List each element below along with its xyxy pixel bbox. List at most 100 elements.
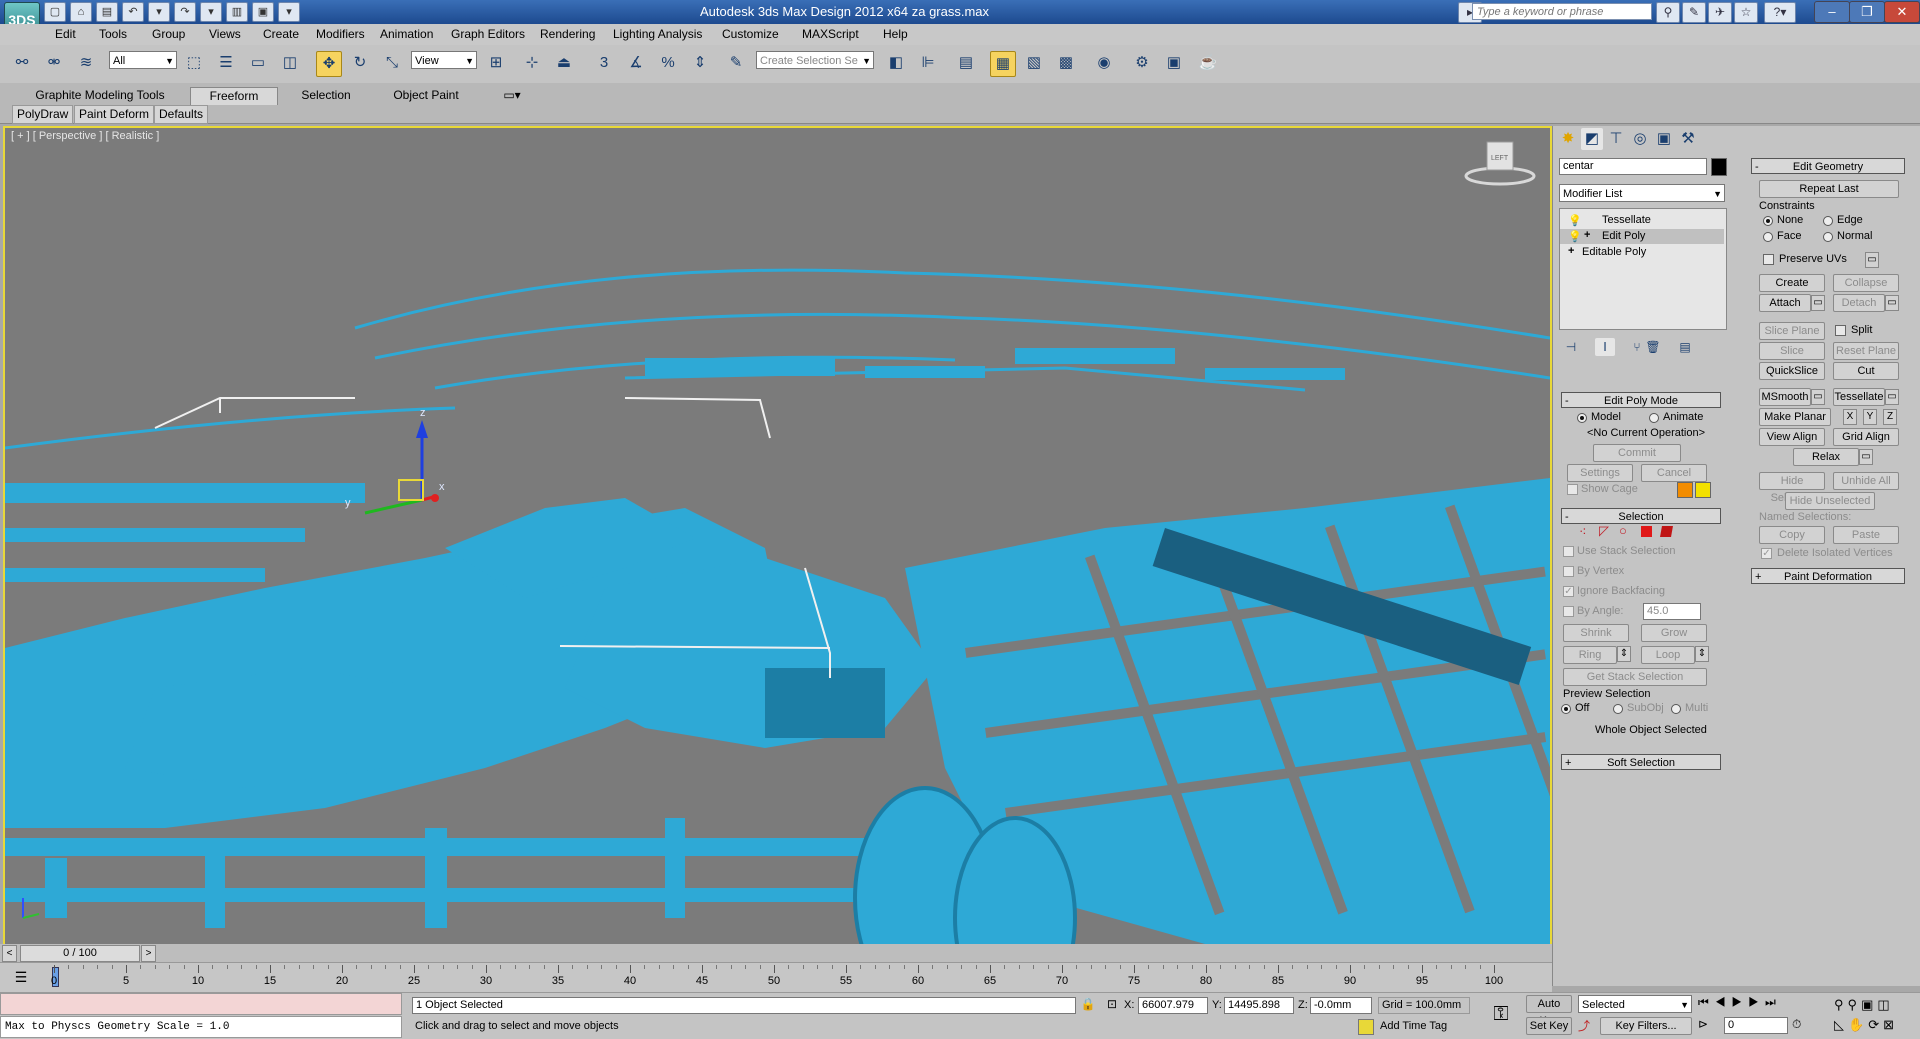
go-to-end-icon[interactable]: ⏭ bbox=[1765, 995, 1782, 1009]
graphite-toggle-icon[interactable]: ▦ bbox=[990, 51, 1016, 77]
relax-settings-button[interactable]: ▭ bbox=[1859, 449, 1873, 465]
create-button[interactable]: Create bbox=[1759, 274, 1825, 292]
open-file-icon[interactable]: ⌂ bbox=[70, 2, 92, 22]
model-radio[interactable] bbox=[1577, 413, 1587, 423]
keyboard-shortcut-icon[interactable]: ⏏ bbox=[552, 51, 576, 75]
rectangular-selection-icon[interactable]: ▭ bbox=[246, 51, 270, 75]
menu-animation[interactable]: Animation bbox=[380, 27, 433, 41]
unhide-all-button[interactable]: Unhide All bbox=[1833, 472, 1899, 490]
by-angle-checkbox[interactable] bbox=[1563, 606, 1574, 617]
menu-create[interactable]: Create bbox=[263, 27, 299, 41]
save-file-icon[interactable]: ▤ bbox=[96, 2, 118, 22]
utilities-tab-icon[interactable]: ⚒ bbox=[1677, 128, 1699, 150]
reference-coord-dropdown[interactable]: View ▼ bbox=[411, 51, 477, 69]
configure-sets-icon[interactable]: ▤ bbox=[1675, 338, 1695, 356]
hide-unselected-button[interactable]: Hide Unselected bbox=[1785, 492, 1875, 510]
relax-button[interactable]: Relax bbox=[1793, 448, 1859, 466]
select-object-icon[interactable]: ⬚ bbox=[182, 51, 206, 75]
hierarchy-tab-icon[interactable]: ⊤ bbox=[1605, 128, 1627, 150]
selection-rollout[interactable]: - Selection bbox=[1561, 508, 1721, 524]
split-checkbox[interactable] bbox=[1835, 325, 1846, 336]
select-and-scale-icon[interactable]: ⤡ bbox=[380, 51, 404, 75]
collapse-button[interactable]: Collapse bbox=[1833, 274, 1899, 292]
subtab-paint-deform[interactable]: Paint Deform bbox=[74, 105, 155, 124]
hide-selected-button[interactable]: Hide Selected bbox=[1759, 472, 1825, 504]
help-icon[interactable]: ?▾ bbox=[1764, 2, 1796, 23]
preview-multi-radio[interactable] bbox=[1671, 704, 1681, 714]
select-manipulate-icon[interactable]: ⊹ bbox=[520, 51, 544, 75]
tab-freeform[interactable]: Freeform bbox=[190, 87, 278, 105]
time-config-icon[interactable]: ⏱ bbox=[1792, 1017, 1806, 1033]
grow-button[interactable]: Grow bbox=[1641, 624, 1707, 642]
play-icon[interactable]: ▶ bbox=[1732, 995, 1749, 1009]
copy-button[interactable]: Copy bbox=[1759, 526, 1825, 544]
redo-icon[interactable]: ↷ bbox=[174, 2, 196, 22]
detach-button[interactable]: Detach bbox=[1833, 294, 1885, 312]
angle-spinner[interactable]: 45.0 bbox=[1643, 603, 1701, 620]
undo-list-icon[interactable]: ▾ bbox=[148, 2, 170, 22]
zoom-all-icon[interactable]: ⚲ bbox=[1848, 997, 1862, 1012]
stack-item-tessellate[interactable]: 💡 Tessellate bbox=[1560, 213, 1724, 228]
lightbulb-icon[interactable]: 💡 bbox=[1568, 230, 1582, 243]
select-and-rotate-icon[interactable]: ↻ bbox=[348, 51, 372, 75]
make-planar-button[interactable]: Make Planar bbox=[1759, 408, 1831, 426]
animate-radio[interactable] bbox=[1649, 413, 1659, 423]
favorites-star-icon[interactable]: ☆ bbox=[1734, 2, 1758, 23]
constraint-face-radio[interactable] bbox=[1763, 232, 1773, 242]
orbit-icon[interactable]: ⟳ bbox=[1868, 1017, 1883, 1032]
snaps-toggle-icon[interactable]: 3 bbox=[592, 51, 616, 75]
by-vertex-checkbox[interactable] bbox=[1563, 566, 1574, 577]
close-button[interactable]: ✕ bbox=[1884, 1, 1920, 23]
set-key-big-icon[interactable]: ⚿ bbox=[1484, 1003, 1518, 1025]
viewport-label[interactable]: [ + ] [ Perspective ] [ Realistic ] bbox=[11, 130, 159, 142]
named-selection-dropdown[interactable]: Create Selection Se ▼ bbox=[756, 51, 874, 69]
customize-qat-icon[interactable]: ▾ bbox=[278, 2, 300, 22]
z-coord-field[interactable]: -0.0mm bbox=[1310, 997, 1372, 1014]
schematic-view-icon[interactable]: ▩ bbox=[1054, 51, 1078, 75]
cancel-button[interactable]: Cancel bbox=[1641, 464, 1707, 482]
mirror-icon[interactable]: ◧ bbox=[884, 51, 908, 75]
loop-spinner[interactable]: ⇕ bbox=[1695, 646, 1709, 662]
menu-customize[interactable]: Customize bbox=[722, 27, 779, 41]
get-stack-selection-button[interactable]: Get Stack Selection bbox=[1563, 668, 1707, 686]
settings-button[interactable]: Settings bbox=[1567, 464, 1633, 482]
repeat-last-button[interactable]: Repeat Last bbox=[1759, 180, 1899, 198]
msmooth-button[interactable]: MSmooth bbox=[1759, 388, 1811, 406]
minimize-button[interactable]: – bbox=[1814, 1, 1850, 23]
tessellate-settings-button[interactable]: ▭ bbox=[1885, 389, 1899, 405]
maxscript-mini-listener-top[interactable] bbox=[0, 993, 402, 1015]
pan-icon[interactable]: ✋ bbox=[1848, 1017, 1868, 1032]
reset-plane-button[interactable]: Reset Plane bbox=[1833, 342, 1899, 360]
auto-key-button[interactable]: Auto Key bbox=[1526, 995, 1572, 1027]
paste-button[interactable]: Paste bbox=[1833, 526, 1899, 544]
msmooth-settings-button[interactable]: ▭ bbox=[1811, 389, 1825, 405]
preserve-uvs-settings-button[interactable]: ▭ bbox=[1865, 252, 1879, 268]
render-setup-icon[interactable]: ⚙ bbox=[1130, 51, 1154, 75]
menu-graph-editors[interactable]: Graph Editors bbox=[451, 27, 525, 41]
planar-x-button[interactable]: X bbox=[1843, 409, 1857, 425]
track-bar[interactable]: ☰ 0 5 10 15 20 25 30 35 40 45 50 55 60 65 70 75 80 85 90 95… bbox=[0, 962, 1552, 993]
modify-tab-icon[interactable]: ◩ bbox=[1581, 128, 1603, 150]
menu-views[interactable]: Views bbox=[209, 27, 241, 41]
menu-tools[interactable]: Tools bbox=[99, 27, 127, 41]
key-filters-button[interactable]: Key Filters... bbox=[1600, 1017, 1692, 1035]
object-name-field[interactable]: centar bbox=[1559, 158, 1707, 175]
soft-selection-rollout[interactable]: + Soft Selection bbox=[1561, 754, 1721, 770]
next-frame-arrow[interactable]: > bbox=[141, 945, 156, 962]
absolute-mode-icon[interactable]: ⊡ bbox=[1104, 997, 1120, 1013]
percent-snap-icon[interactable]: % bbox=[656, 51, 680, 75]
new-file-icon[interactable]: ▢ bbox=[44, 2, 66, 22]
create-tab-icon[interactable]: ✸ bbox=[1557, 128, 1579, 150]
polygon-mode-icon[interactable] bbox=[1641, 526, 1652, 537]
comm-center-icon[interactable]: ✈ bbox=[1708, 2, 1732, 23]
time-slider[interactable]: < 0 / 100 > bbox=[0, 944, 1552, 962]
edit-poly-mode-rollout[interactable]: - Edit Poly Mode bbox=[1561, 392, 1721, 408]
subscription-icon[interactable]: ✎ bbox=[1682, 2, 1706, 23]
constraint-normal-radio[interactable] bbox=[1823, 232, 1833, 242]
menu-group[interactable]: Group bbox=[152, 27, 185, 41]
delete-isolated-checkbox[interactable]: ✓ bbox=[1761, 548, 1772, 559]
show-cage-checkbox[interactable] bbox=[1567, 484, 1578, 495]
edge-mode-icon[interactable]: ◸ bbox=[1599, 523, 1609, 539]
cage-color-swatch[interactable] bbox=[1677, 482, 1693, 498]
ring-button[interactable]: Ring bbox=[1563, 646, 1617, 664]
